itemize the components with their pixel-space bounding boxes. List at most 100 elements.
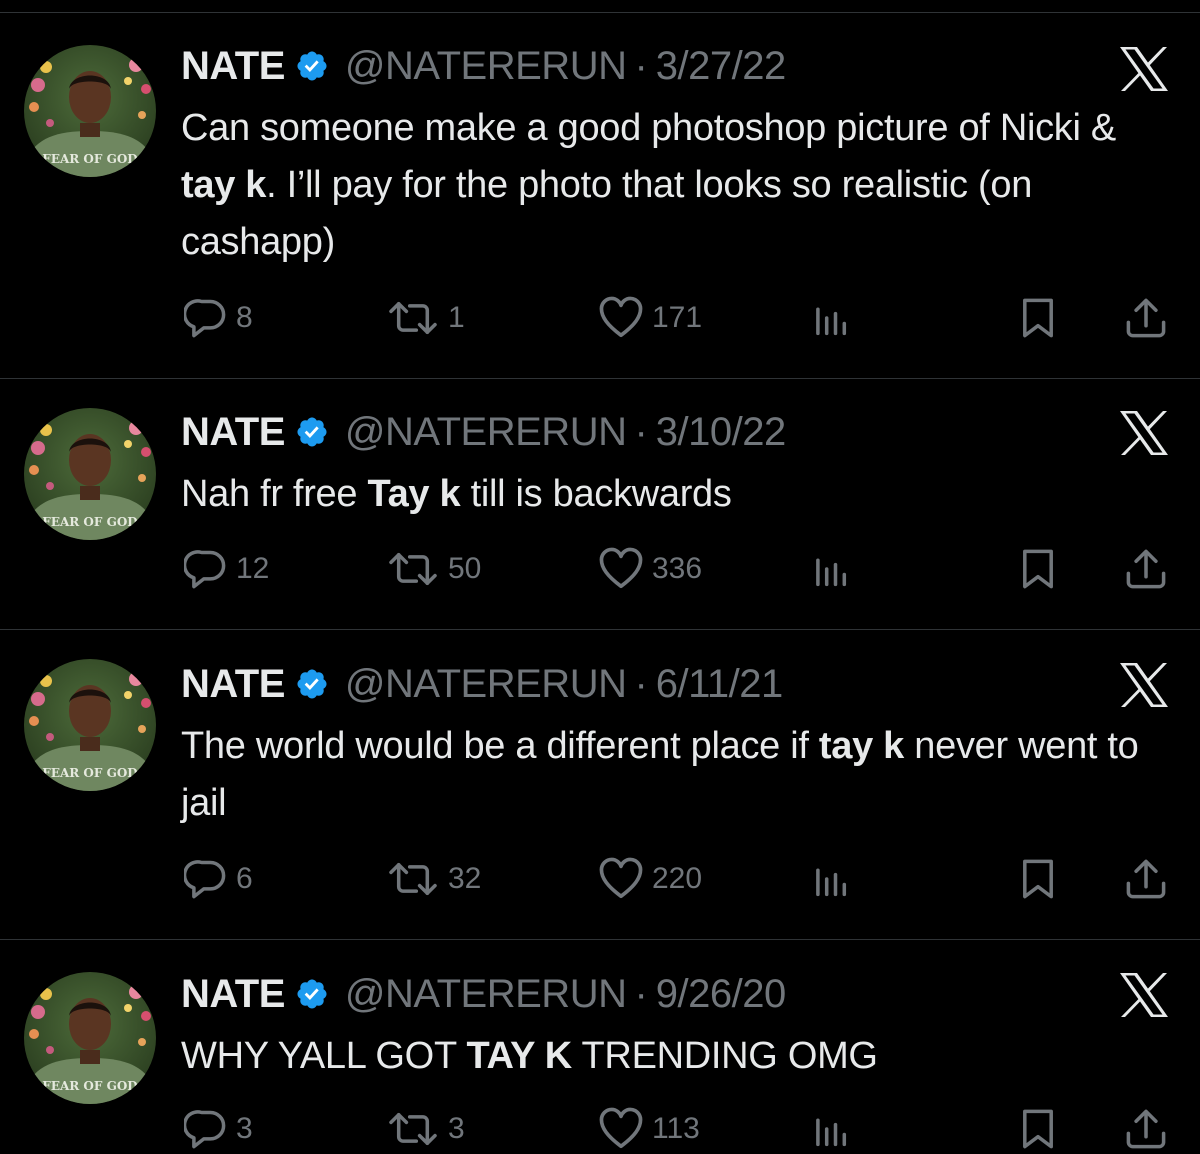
tweet-date[interactable]: 9/26/20	[656, 972, 786, 1017]
reply-button[interactable]: 3	[184, 1104, 253, 1154]
tweet-actions: 6 32 220	[0, 854, 1200, 904]
heart-icon	[598, 295, 644, 341]
heart-icon	[598, 546, 644, 592]
tweet-header: NATE @NATERERUN · 6/11/21	[181, 658, 783, 710]
svg-text:FEAR OF GOD: FEAR OF GOD	[42, 515, 137, 529]
retweet-icon	[386, 1107, 440, 1151]
tweet-actions: 8 1 171	[0, 293, 1200, 343]
heart-icon	[598, 856, 644, 902]
tweet-date[interactable]: 3/27/22	[656, 44, 786, 89]
tweet-actions: 3 3 113	[0, 1104, 1200, 1154]
like-button[interactable]: 220	[598, 854, 702, 904]
svg-text:FEAR OF GOD: FEAR OF GOD	[42, 766, 137, 780]
avatar[interactable]: FEAR OF GOD	[24, 45, 156, 177]
bookmark-icon	[1016, 547, 1060, 591]
like-count: 171	[652, 301, 703, 334]
text-segment: The world would be a different place if	[181, 725, 819, 767]
share-icon	[1124, 1107, 1168, 1151]
share-button[interactable]	[1124, 544, 1168, 594]
retweet-button[interactable]: 32	[386, 854, 481, 904]
tweet-date[interactable]: 6/11/21	[656, 662, 784, 707]
avatar[interactable]: FEAR OF GOD	[24, 659, 156, 791]
avatar[interactable]: FEAR OF GOD	[24, 972, 156, 1104]
display-name[interactable]: NATE	[181, 44, 285, 89]
tweet[interactable]: FEAR OF GOD NATE @NATERERUN · 9/26/20 WH…	[0, 940, 1200, 1152]
x-logo-icon	[1117, 971, 1171, 1019]
share-button[interactable]	[1124, 1104, 1168, 1154]
retweet-icon	[386, 547, 440, 591]
bookmark-button[interactable]	[1016, 544, 1060, 594]
views-button[interactable]	[808, 544, 852, 594]
highlighted-term: tay k	[181, 164, 267, 206]
highlighted-term: Tay k	[367, 473, 461, 515]
tweet-header: NATE @NATERERUN · 9/26/20	[181, 968, 786, 1020]
verified-badge-icon	[295, 415, 329, 449]
retweet-button[interactable]: 50	[386, 544, 481, 594]
reply-count: 8	[236, 301, 253, 334]
retweet-count: 1	[448, 301, 465, 334]
svg-text:FEAR OF GOD: FEAR OF GOD	[42, 152, 137, 166]
user-handle[interactable]: @NATERERUN	[345, 662, 627, 707]
separator-dot: ·	[634, 43, 648, 88]
reply-icon	[184, 296, 228, 340]
reply-icon	[184, 547, 228, 591]
tweet-text: Nah fr free Tay k till is backwards	[181, 466, 1171, 523]
text-segment: . I’ll pay for the photo that looks so r…	[181, 164, 1033, 263]
share-icon	[1124, 547, 1168, 591]
tweet[interactable]: FEAR OF GOD NATE @NATERERUN · 3/10/22 Na…	[0, 379, 1200, 630]
retweet-icon	[386, 857, 440, 901]
reply-count: 6	[236, 862, 253, 895]
like-button[interactable]: 336	[598, 544, 702, 594]
reply-count: 3	[236, 1112, 253, 1145]
tweet[interactable]: FEAR OF GOD NATE @NATERERUN · 6/11/21 Th…	[0, 630, 1200, 940]
verified-badge-icon	[295, 49, 329, 83]
verified-badge-icon	[295, 667, 329, 701]
tweet-date[interactable]: 3/10/22	[656, 410, 786, 455]
x-logo-icon	[1117, 409, 1171, 457]
user-handle[interactable]: @NATERERUN	[345, 972, 627, 1017]
retweet-button[interactable]: 3	[386, 1104, 465, 1154]
reply-button[interactable]: 12	[184, 544, 269, 594]
views-chart-icon	[808, 547, 852, 591]
separator-dot: ·	[634, 661, 648, 706]
like-count: 113	[652, 1112, 700, 1145]
like-button[interactable]: 113	[598, 1104, 700, 1154]
views-button[interactable]	[808, 1104, 852, 1154]
bookmark-icon	[1016, 296, 1060, 340]
share-icon	[1124, 857, 1168, 901]
reply-button[interactable]: 8	[184, 293, 253, 343]
retweet-icon	[386, 296, 440, 340]
retweet-count: 50	[448, 552, 482, 585]
separator-dot: ·	[634, 409, 648, 454]
like-count: 220	[652, 862, 703, 895]
text-segment: Nah fr free	[181, 473, 368, 515]
share-button[interactable]	[1124, 293, 1168, 343]
reply-icon	[184, 857, 228, 901]
user-handle[interactable]: @NATERERUN	[345, 410, 627, 455]
bookmark-button[interactable]	[1016, 854, 1060, 904]
reply-icon	[184, 1107, 228, 1151]
reply-button[interactable]: 6	[184, 854, 253, 904]
display-name[interactable]: NATE	[181, 662, 285, 707]
tweet-actions: 12 50 336	[0, 544, 1200, 594]
tweet[interactable]: FEAR OF GOD NATE @NATERERUN · 3/27/22 Ca…	[0, 13, 1200, 379]
retweet-count: 3	[448, 1112, 465, 1145]
display-name[interactable]: NATE	[181, 972, 285, 1017]
reply-count: 12	[236, 552, 270, 585]
share-icon	[1124, 296, 1168, 340]
views-button[interactable]	[808, 293, 852, 343]
display-name[interactable]: NATE	[181, 410, 285, 455]
bookmark-button[interactable]	[1016, 1104, 1060, 1154]
svg-text:FEAR OF GOD: FEAR OF GOD	[42, 1079, 137, 1093]
retweet-button[interactable]: 1	[386, 293, 465, 343]
user-handle[interactable]: @NATERERUN	[345, 44, 627, 89]
like-count: 336	[652, 552, 703, 585]
views-button[interactable]	[808, 854, 852, 904]
tweet-header: NATE @NATERERUN · 3/27/22	[181, 40, 786, 92]
bookmark-icon	[1016, 857, 1060, 901]
avatar[interactable]: FEAR OF GOD	[24, 408, 156, 540]
highlighted-term: tay k	[818, 725, 905, 767]
like-button[interactable]: 171	[598, 293, 702, 343]
share-button[interactable]	[1124, 854, 1168, 904]
bookmark-button[interactable]	[1016, 293, 1060, 343]
